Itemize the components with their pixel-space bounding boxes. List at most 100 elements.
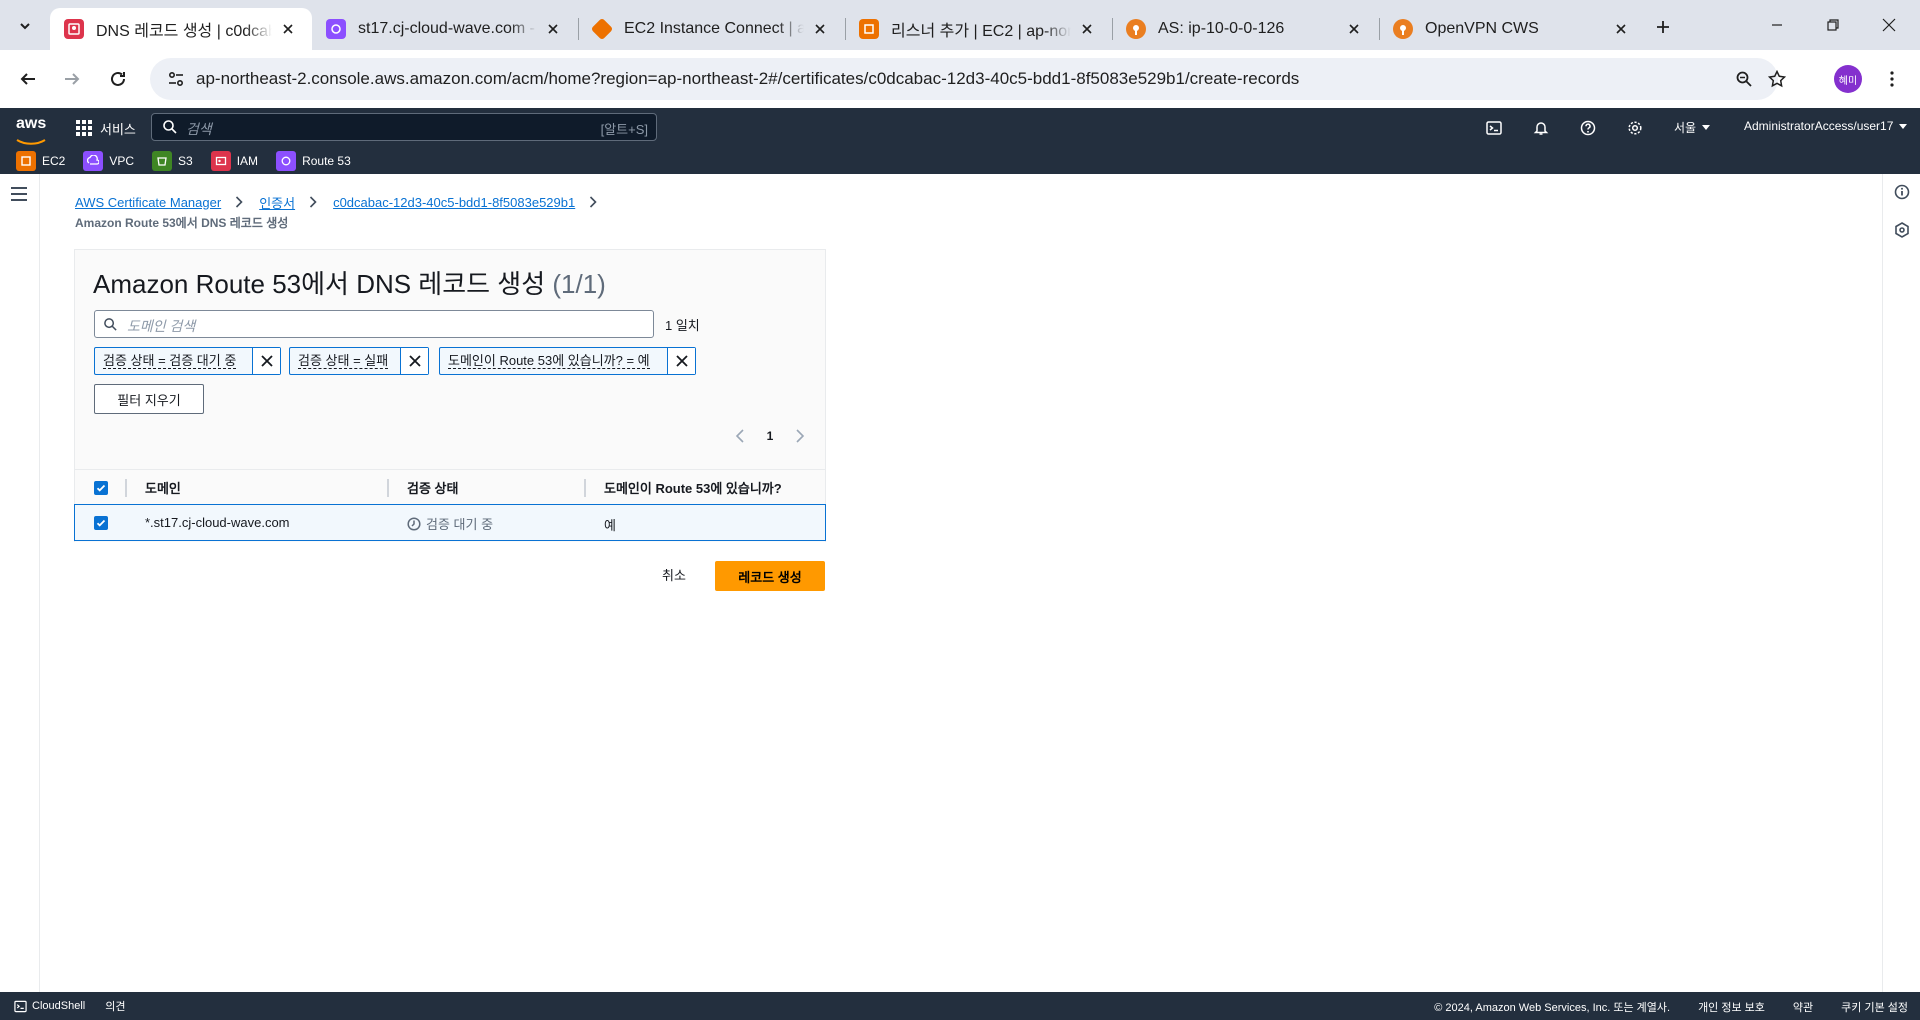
select-all-checkbox[interactable] <box>94 480 108 495</box>
forward-button[interactable] <box>56 63 88 95</box>
favorite-s3[interactable]: S3 <box>152 151 193 171</box>
hamburger-menu-icon[interactable] <box>10 186 28 202</box>
browser-tab-listener[interactable]: 리스너 추가 | EC2 | ap-northeast-2 <box>845 8 1111 50</box>
grid-icon <box>76 120 92 136</box>
bell-icon[interactable] <box>1531 118 1551 138</box>
browser-tab-openvpn-as[interactable]: AS: ip-10-0-0-126 <box>1112 8 1378 50</box>
table-row[interactable]: *.st17.cj-cloud-wave.com 검증 대기 중 예 <box>74 504 826 541</box>
address-bar[interactable]: ap-northeast-2.console.aws.amazon.com/ac… <box>150 58 1786 100</box>
browser-toolbar: ap-northeast-2.console.aws.amazon.com/ac… <box>0 50 1920 108</box>
filter-token[interactable]: 검증 상태 = 검증 대기 중 <box>94 347 281 375</box>
close-window-button[interactable] <box>1866 8 1912 42</box>
filter-token-label: 도메인이 Route 53에 있습니까? = 예 <box>448 353 650 369</box>
match-count: 1 일치 <box>665 318 700 333</box>
chevron-left-icon[interactable] <box>735 429 745 443</box>
chevron-right-icon[interactable] <box>795 429 805 443</box>
privacy-link[interactable]: 개인 정보 보호 <box>1698 999 1765 1015</box>
region-selector[interactable]: 서울 <box>1674 119 1711 136</box>
close-icon[interactable] <box>810 19 830 39</box>
chevron-right-icon <box>309 195 319 209</box>
terms-link[interactable]: 약관 <box>1793 999 1813 1015</box>
status-cell: 검증 대기 중 <box>407 514 493 533</box>
breadcrumb: AWS Certificate Manager 인증서 c0dcabac-12d… <box>75 192 613 231</box>
breadcrumb-certificates[interactable]: 인증서 <box>259 193 295 212</box>
browser-tab-openvpn-cws[interactable]: OpenVPN CWS <box>1379 8 1645 50</box>
settings-hexagon-icon[interactable] <box>1894 222 1910 238</box>
zoom-icon[interactable] <box>1732 67 1756 91</box>
services-menu-button[interactable]: 서비스 <box>76 116 136 140</box>
status-text: 검증 대기 중 <box>426 517 494 532</box>
domain-search-input[interactable]: 도메인 검색 <box>94 310 654 338</box>
account-label: AdministratorAccess/user17 <box>1744 119 1894 133</box>
bookmark-star-icon[interactable] <box>1765 67 1789 91</box>
column-header-status[interactable]: 검증 상태 <box>407 478 458 497</box>
info-icon[interactable] <box>1894 184 1910 200</box>
close-icon[interactable] <box>1611 19 1631 39</box>
help-icon[interactable] <box>1578 118 1598 138</box>
browser-tab-acm[interactable]: DNS 레코드 생성 | c0dcabac-12d3-40c5-bdd1-8f5… <box>50 8 312 50</box>
create-records-button[interactable]: 레코드 생성 <box>715 561 825 591</box>
back-button[interactable] <box>12 63 44 95</box>
arrow-left-icon <box>20 73 35 85</box>
column-header-domain[interactable]: 도메인 <box>145 478 181 497</box>
clear-filters-button[interactable]: 필터 지우기 <box>94 384 204 414</box>
cloudshell-icon[interactable] <box>1484 118 1504 138</box>
aws-logo[interactable]: aws <box>16 116 50 145</box>
browser-tab-route53[interactable]: st17.cj-cloud-wave.com - Route 53 <box>312 8 577 50</box>
breadcrumb-certificate-id[interactable]: c0dcabac-12d3-40c5-bdd1-8f5083e529b1 <box>333 195 575 210</box>
close-icon[interactable] <box>278 19 298 39</box>
column-divider[interactable] <box>584 479 586 497</box>
close-icon[interactable] <box>1344 19 1364 39</box>
right-tools-rail <box>1882 174 1920 992</box>
close-icon[interactable] <box>543 19 563 39</box>
tab-title: st17.cj-cloud-wave.com - Route 53 <box>358 20 537 37</box>
favorite-vpc[interactable]: VPC <box>83 151 134 171</box>
minimize-button[interactable] <box>1754 8 1800 42</box>
site-info-icon[interactable] <box>164 67 188 91</box>
filter-token[interactable]: 검증 상태 = 실패 <box>289 347 429 375</box>
cloudshell-footer-button[interactable]: CloudShell <box>14 1000 85 1013</box>
openvpn-icon <box>1126 19 1146 39</box>
browser-tab-ec2-connect[interactable]: EC2 Instance Connect | ap-northeast-2 <box>578 8 844 50</box>
account-menu[interactable]: AdministratorAccess/user17 <box>1744 119 1908 133</box>
caret-down-icon <box>1702 125 1711 130</box>
url-text[interactable]: ap-northeast-2.console.aws.amazon.com/ac… <box>196 69 1299 89</box>
checkmark-icon <box>96 484 106 492</box>
column-header-in-route53[interactable]: 도메인이 Route 53에 있습니까? <box>604 478 782 497</box>
new-tab-button[interactable] <box>1648 12 1678 42</box>
close-icon <box>675 355 688 367</box>
remove-filter-button[interactable] <box>400 348 428 374</box>
column-divider[interactable] <box>387 479 389 497</box>
remove-filter-button[interactable] <box>667 348 695 374</box>
caret-down-icon <box>1899 123 1908 129</box>
favorite-label: EC2 <box>42 154 66 168</box>
feedback-link[interactable]: 의견 <box>105 998 125 1014</box>
region-label: 서울 <box>1674 121 1697 135</box>
settings-gear-icon[interactable] <box>1625 118 1645 138</box>
search-shortcut: [알트+S] <box>600 122 648 137</box>
tab-search-button[interactable] <box>8 9 42 43</box>
more-menu-icon[interactable] <box>1880 66 1904 92</box>
restore-button[interactable] <box>1810 8 1856 42</box>
reload-button[interactable] <box>102 63 134 95</box>
page-number[interactable]: 1 <box>767 429 774 443</box>
favorite-iam[interactable]: IAM <box>210 151 258 171</box>
cookie-preferences-link[interactable]: 쿠키 기본 설정 <box>1841 999 1908 1015</box>
close-icon[interactable] <box>1077 19 1097 39</box>
close-icon <box>1882 18 1896 32</box>
acm-icon <box>64 19 84 39</box>
cancel-button[interactable]: 취소 <box>662 565 686 584</box>
favorite-label: S3 <box>178 154 193 168</box>
favorite-ec2[interactable]: EC2 <box>16 151 65 171</box>
favorite-route53[interactable]: Route 53 <box>276 151 351 171</box>
restore-icon <box>1827 19 1839 31</box>
remove-filter-button[interactable] <box>252 348 280 374</box>
selection-count: (1/1) <box>552 269 606 299</box>
profile-avatar[interactable]: 혜미 <box>1834 65 1862 93</box>
tab-title: 리스너 추가 | EC2 | ap-northeast-2 <box>891 23 1071 40</box>
row-checkbox[interactable] <box>94 516 108 530</box>
filter-token[interactable]: 도메인이 Route 53에 있습니까? = 예 <box>439 347 696 375</box>
breadcrumb-acm[interactable]: AWS Certificate Manager <box>75 195 221 210</box>
search-icon <box>163 120 177 134</box>
console-search-input[interactable]: 검색 [알트+S] <box>151 113 657 141</box>
